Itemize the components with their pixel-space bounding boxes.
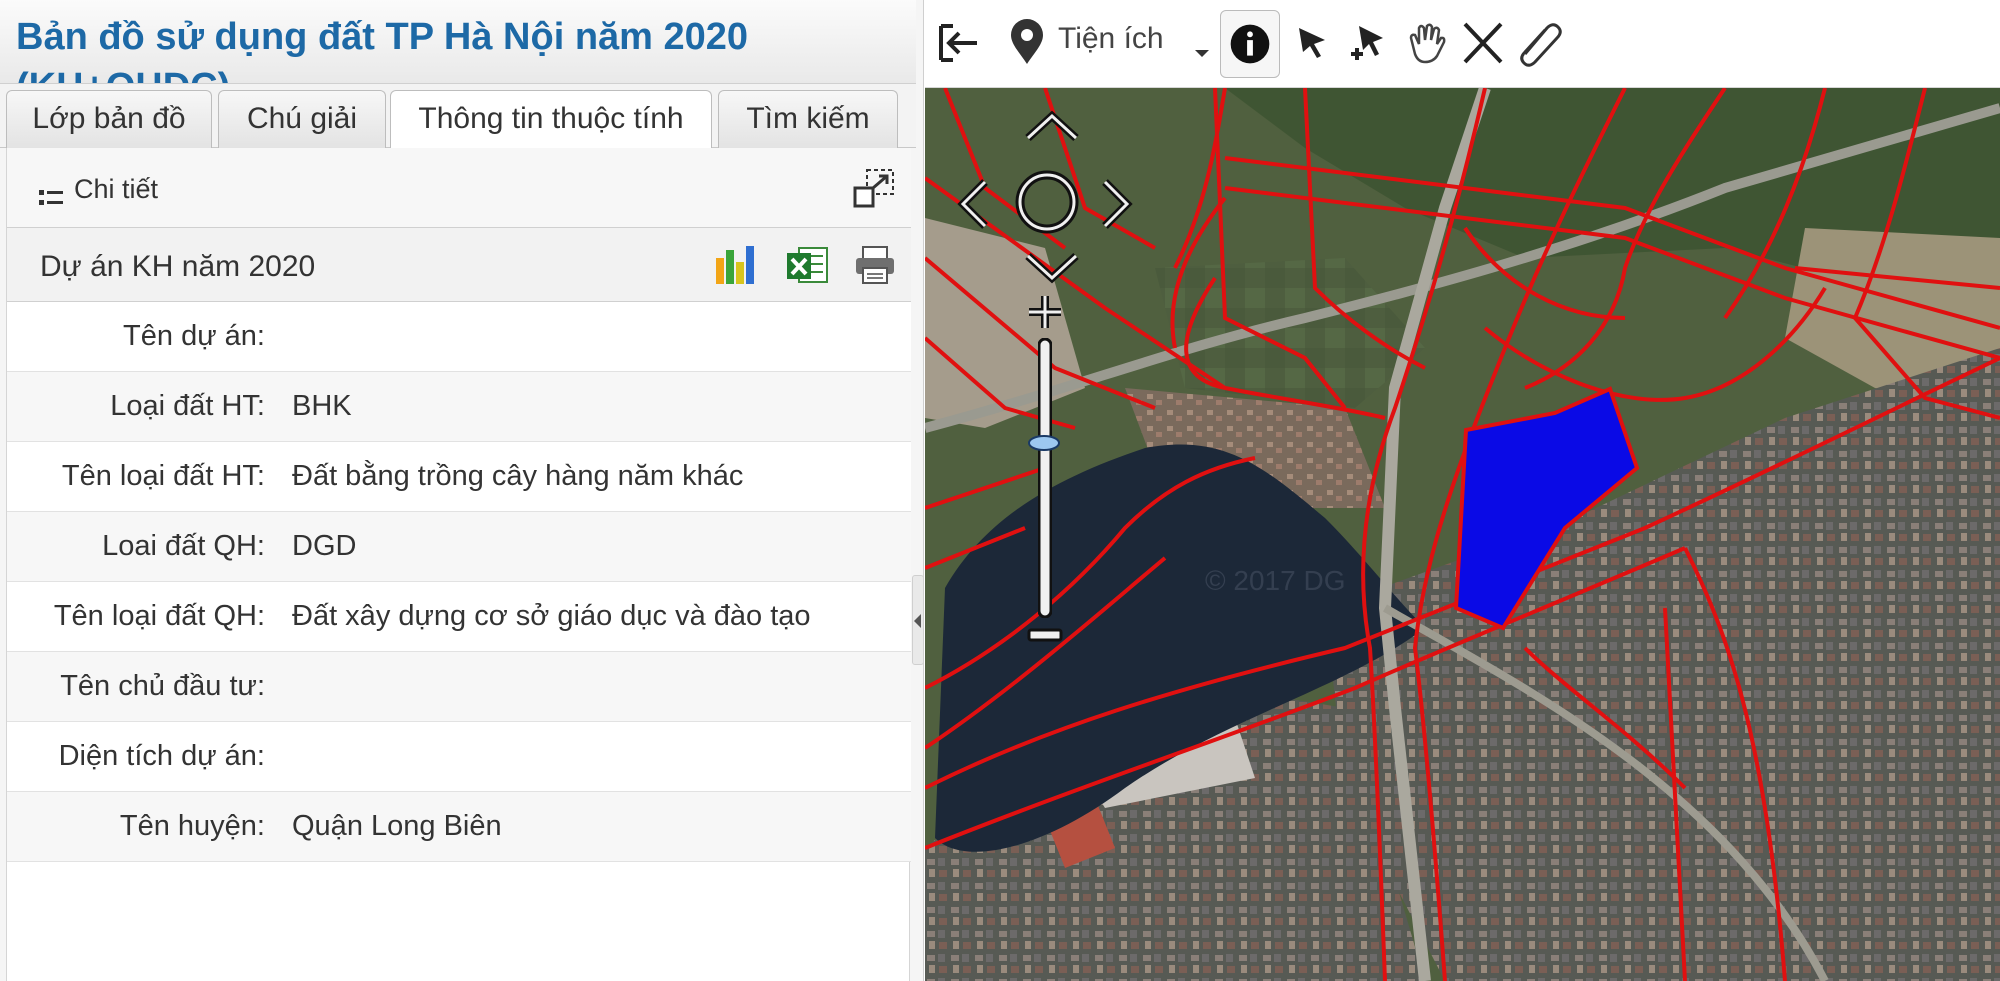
- excel-icon[interactable]: [785, 244, 829, 286]
- tab-search[interactable]: Tìm kiếm: [718, 90, 898, 148]
- zoom-out-icon[interactable]: [1025, 622, 1065, 648]
- pan-right-icon[interactable]: [1097, 176, 1137, 232]
- expand-icon[interactable]: [853, 168, 895, 208]
- attribute-row: Diện tích dự án:: [7, 722, 911, 792]
- attribute-label: Tên dự án:: [123, 320, 265, 352]
- tab-bar: Lớp bản đồ Chú giải Thông tin thuộc tính…: [0, 84, 916, 150]
- attribute-row: Tên huyện: Quận Long Biên: [7, 792, 911, 862]
- info-icon[interactable]: [1220, 10, 1280, 78]
- tab-attribute-info[interactable]: Thông tin thuộc tính: [390, 90, 712, 150]
- chevron-down-icon[interactable]: [1187, 14, 1217, 72]
- detail-bar: Chi tiết: [7, 148, 911, 228]
- attribute-label: Tên loại đất HT:: [61, 460, 265, 492]
- pan-down-icon[interactable]: [1022, 250, 1082, 286]
- zoom-slider-thumb[interactable]: [1026, 434, 1062, 452]
- utility-label[interactable]: Tiện ích: [1058, 22, 1164, 56]
- attribute-label: Loai đất QH:: [102, 530, 265, 562]
- project-header: Dự án KH năm 2020: [7, 228, 911, 302]
- attribute-value: Đất bằng trồng cây hàng năm khác: [292, 460, 744, 492]
- attribute-label: Diện tích dự án:: [58, 740, 265, 772]
- chart-icon[interactable]: [713, 244, 757, 286]
- attribute-row: Tên loại đất QH: Đất xây dựng cơ sở giáo…: [7, 582, 911, 652]
- zoom-slider-track[interactable]: [1038, 338, 1052, 618]
- pan-up-icon[interactable]: [1022, 108, 1082, 144]
- attribute-label: Tên huyện:: [119, 810, 265, 842]
- collapse-panel-icon[interactable]: [933, 14, 989, 72]
- attribute-row: Loai đất QH: DGD: [7, 512, 911, 582]
- attribute-panel: Chi tiết Dự án KH năm 2020 Tên dự án: Lo…: [6, 148, 911, 981]
- map-toolbar: Tiện ích: [925, 0, 2000, 88]
- map-canvas[interactable]: © 2017 DG: [925, 88, 2000, 981]
- pan-hand-icon[interactable]: [1399, 14, 1455, 72]
- attribute-value: Quận Long Biên: [292, 810, 502, 842]
- attribute-table: Tên dự án: Loại đất HT: BHK Tên loại đất…: [7, 302, 911, 862]
- attribute-row: Tên loại đất HT: Đất bằng trồng cây hàng…: [7, 442, 911, 512]
- pan-center-icon[interactable]: [1015, 170, 1079, 234]
- pan-left-icon[interactable]: [953, 176, 993, 232]
- attribute-value: DGD: [292, 530, 357, 562]
- attribute-value: Đất xây dựng cơ sở giáo dục và đào tạo: [292, 600, 811, 632]
- attribute-value: BHK: [292, 390, 352, 422]
- print-icon[interactable]: [853, 244, 897, 286]
- panel-collapse-handle[interactable]: [912, 575, 924, 665]
- satellite-map[interactable]: © 2017 DG: [925, 88, 2000, 981]
- attribute-row: Tên dự án:: [7, 302, 911, 372]
- app-window: Bản đồ sử dụng đất TP Hà Nội năm 2020 (K…: [0, 0, 2000, 981]
- left-panel: Bản đồ sử dụng đất TP Hà Nội năm 2020 (K…: [0, 0, 924, 981]
- app-title-bar: Bản đồ sử dụng đất TP Hà Nội năm 2020 (K…: [0, 0, 916, 84]
- project-title: Dự án KH năm 2020: [40, 250, 316, 283]
- select-add-icon[interactable]: [1343, 14, 1399, 72]
- page-title: Bản đồ sử dụng đất TP Hà Nội năm 2020 (K…: [16, 16, 749, 83]
- attribute-label: Loại đất HT:: [110, 390, 265, 422]
- tab-map-layers[interactable]: Lớp bản đồ: [6, 90, 212, 148]
- detail-label: Chi tiết: [74, 174, 159, 204]
- attribute-row: Tên chủ đầu tư:: [7, 652, 911, 722]
- list-icon: [39, 190, 63, 205]
- attribute-row: Loại đất HT: BHK: [7, 372, 911, 442]
- map-watermark: © 2017 DG: [1205, 565, 1345, 596]
- zoom-in-icon[interactable]: [1025, 292, 1065, 332]
- attribute-label: Tên chủ đầu tư:: [60, 670, 265, 702]
- tab-legend[interactable]: Chú giải: [218, 90, 386, 148]
- attribute-label: Tên loại đất QH:: [53, 600, 265, 632]
- location-pin-icon[interactable]: [999, 14, 1055, 72]
- map-area: Tiện ích © 2017 DG: [925, 0, 2000, 981]
- select-icon[interactable]: [1287, 14, 1343, 72]
- clear-icon[interactable]: [1455, 14, 1511, 72]
- attach-icon[interactable]: [1511, 14, 1567, 72]
